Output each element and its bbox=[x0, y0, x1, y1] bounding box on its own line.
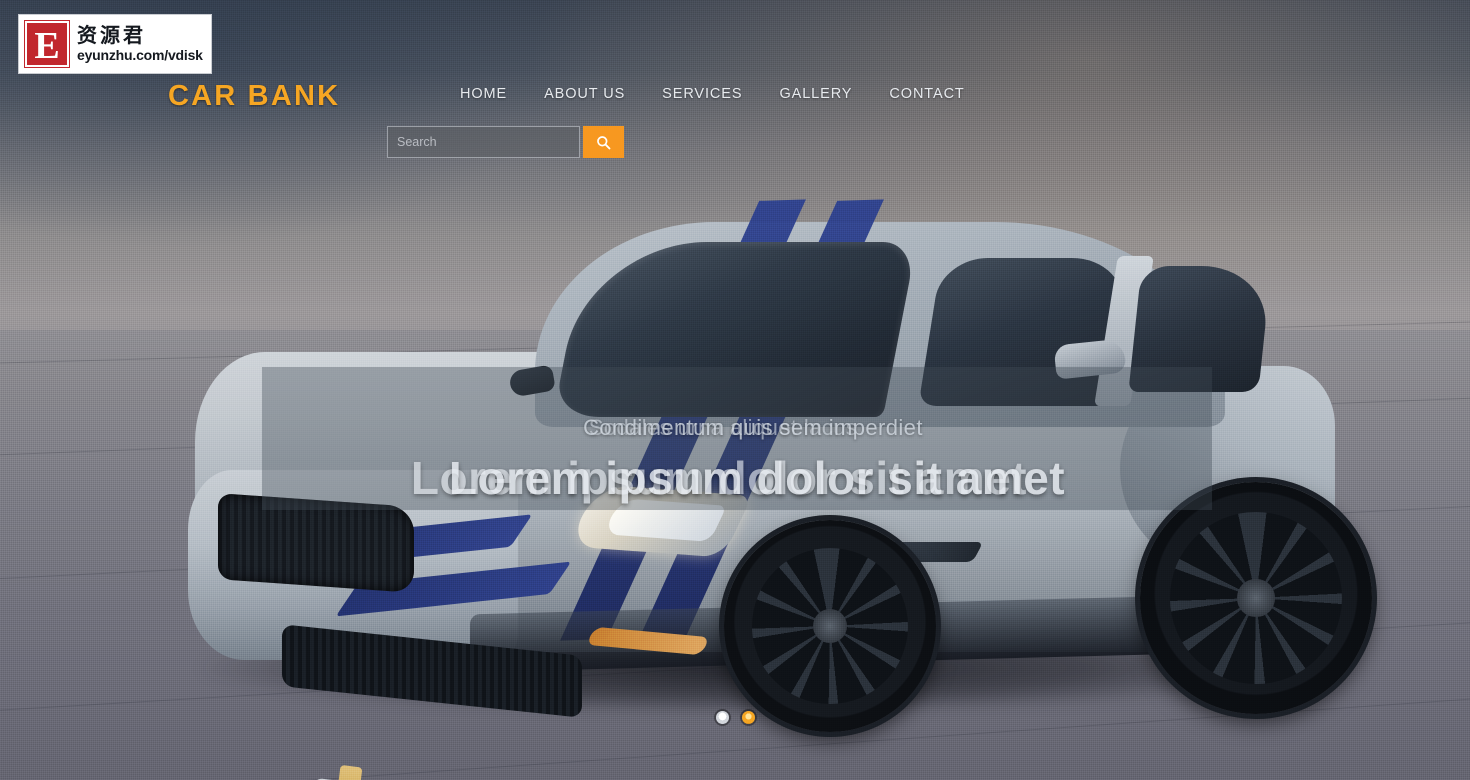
nav-item-gallery[interactable]: GALLERY bbox=[779, 86, 852, 102]
search-input[interactable] bbox=[387, 126, 580, 158]
watermark-url: eyunzhu.com/vdisk bbox=[77, 47, 203, 63]
site-logo-text[interactable]: CAR BANK bbox=[168, 80, 340, 113]
nav-item-about-us[interactable]: ABOUT US bbox=[544, 86, 625, 102]
slider-pagination bbox=[0, 711, 1470, 724]
search-icon bbox=[596, 135, 611, 150]
watermark-cn-text: 资源君 bbox=[77, 23, 146, 47]
car-rear-wheel-hub bbox=[1237, 579, 1275, 617]
slider-dot-1[interactable] bbox=[715, 711, 729, 724]
hero-caption-band: Sodales urna aliquet lacus Lorem ipsum d… bbox=[262, 367, 1212, 510]
nav-item-services[interactable]: SERVICES bbox=[662, 86, 742, 102]
car-front-wheel bbox=[724, 520, 936, 732]
watermark-text-group: 资源君 eyunzhu.com/vdisk bbox=[77, 23, 203, 64]
nav-item-home[interactable]: HOME bbox=[460, 86, 507, 102]
hero-title-outgoing: Lorem ipsum dolor sit amet bbox=[410, 452, 1028, 504]
watermark-letter-icon: E bbox=[25, 21, 69, 67]
car-front-wheel-hub bbox=[813, 609, 847, 643]
site-header: CAR BANK HOME ABOUT US SERVICES GALLERY … bbox=[0, 0, 1470, 175]
watermark-badge: E 资源君 eyunzhu.com/vdisk bbox=[18, 14, 212, 74]
car-rear-wheel bbox=[1140, 482, 1372, 714]
hero-subtitle-outgoing: Sodales urna aliquet lacus bbox=[588, 415, 858, 440]
nav-item-contact[interactable]: CONTACT bbox=[889, 86, 964, 102]
slider-dot-2[interactable] bbox=[741, 711, 755, 724]
main-navigation: HOME ABOUT US SERVICES GALLERY CONTACT bbox=[460, 86, 965, 102]
hero-subtitle-incoming: Condimentum quis sem imperdiet bbox=[583, 415, 923, 440]
search-form bbox=[387, 126, 624, 158]
hero-title-incoming: Lorem ipsum dolor sit amet bbox=[448, 452, 1066, 504]
search-button[interactable] bbox=[583, 126, 624, 158]
